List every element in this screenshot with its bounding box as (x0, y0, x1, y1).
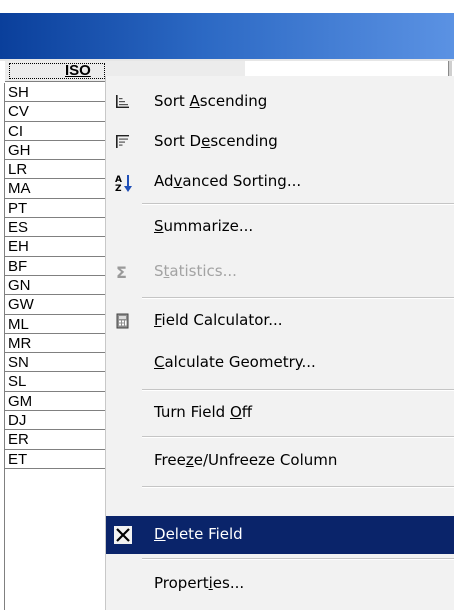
menu-item-label: Field Calculator... (154, 311, 283, 329)
advanced-sorting-icon: A Z (114, 173, 132, 194)
context-menu: Sort Ascending Sort Descending A Z Advan… (106, 76, 454, 610)
menu-item-sort-descending[interactable]: Sort Descending (106, 122, 454, 162)
table-row[interactable]: SL (5, 372, 105, 392)
table-row[interactable]: GH (5, 141, 105, 161)
menu-item-label: Sort Descending (154, 132, 278, 150)
table-row[interactable]: DJ (5, 411, 105, 431)
iso-cell: ER (8, 431, 29, 449)
menu-separator (142, 436, 454, 438)
menu-item-label: Advanced Sorting... (154, 172, 302, 190)
iso-cell: CV (8, 103, 29, 121)
table-row[interactable]: CV (5, 102, 105, 122)
table-rows: SH CV CI GH LR MA PT ES EH BF GN GW ML MR SN SL GM DJ ER ET (5, 83, 105, 469)
menu-item-calculate-geometry[interactable]: Calculate Geometry... (106, 343, 454, 383)
menu-item-label: Properties... (154, 574, 245, 592)
iso-cell: LR (8, 161, 28, 179)
iso-cell: PT (8, 199, 28, 217)
iso-cell: EH (8, 238, 29, 256)
sigma-icon: Σ (114, 263, 132, 282)
table-row[interactable]: MR (5, 334, 105, 354)
menu-item-turn-field-off[interactable]: Turn Field Off (106, 393, 454, 433)
iso-cell: ET (8, 450, 28, 468)
svg-text:Z: Z (115, 184, 122, 193)
menu-separator (142, 203, 454, 205)
menu-item-sort-ascending[interactable]: Sort Ascending (106, 82, 454, 122)
svg-text:Σ: Σ (116, 263, 127, 281)
table-row[interactable]: GN (5, 276, 105, 296)
table-row[interactable]: SN (5, 353, 105, 373)
window-title-bar[interactable] (0, 13, 454, 59)
table-row[interactable]: GW (5, 295, 105, 315)
iso-cell: CI (8, 122, 23, 140)
menu-separator (142, 297, 454, 299)
iso-cell: ES (8, 219, 29, 237)
menu-item-advanced-sorting[interactable]: A Z Advanced Sorting... (106, 162, 454, 202)
table-row[interactable]: PT (5, 199, 105, 219)
iso-cell: SH (8, 84, 29, 101)
iso-cell: BF (8, 257, 28, 275)
iso-cell: GW (8, 296, 34, 314)
menu-item-field-calculator[interactable]: Field Calculator... (106, 301, 454, 341)
menu-separator (142, 486, 454, 488)
menu-item-delete-field[interactable]: Delete Field (106, 516, 454, 554)
menu-item-label: Sort Ascending (154, 92, 268, 110)
column-header-label: ISO (65, 62, 91, 79)
menu-separator (142, 558, 454, 560)
table-row[interactable]: LR (5, 160, 105, 180)
table-row[interactable]: EH (5, 237, 105, 257)
iso-cell: GH (8, 141, 31, 159)
sort-ascending-icon (114, 93, 132, 111)
iso-cell: GN (8, 276, 31, 294)
table-row[interactable]: GM (5, 392, 105, 412)
menu-item-label: Statistics... (154, 262, 237, 280)
menu-item-freeze-unfreeze[interactable]: Freeze/Unfreeze Column (106, 441, 454, 481)
menu-item-label: Delete Field (154, 525, 243, 543)
iso-cell: SN (8, 354, 29, 372)
table-row[interactable]: ET (5, 450, 105, 469)
iso-cell: MA (8, 180, 31, 198)
menu-item-statistics[interactable]: Σ Statistics... (106, 252, 454, 292)
table-row[interactable]: SH (5, 83, 105, 103)
table-row[interactable]: CI (5, 122, 105, 141)
iso-cell: SL (8, 373, 27, 391)
menu-item-label: Calculate Geometry... (154, 353, 316, 371)
menu-item-label: Turn Field Off (154, 403, 253, 421)
screenshot-root: ISO SH CV CI GH LR MA PT ES EH BF GN GW ML MR SN SL GM DJ… (0, 0, 454, 610)
delete-x-icon (114, 526, 132, 544)
iso-cell: ML (8, 315, 29, 333)
table-row[interactable]: ER (5, 430, 105, 450)
table-row[interactable]: MA (5, 179, 105, 199)
menu-item-label: Summarize... (154, 217, 254, 235)
iso-cell: MR (8, 334, 32, 352)
menu-separator (142, 389, 454, 391)
menu-item-properties[interactable]: Properties... (106, 564, 454, 604)
menu-item-summarize[interactable]: Summarize... (106, 207, 454, 247)
menu-item-label: Freeze/Unfreeze Column (154, 451, 338, 469)
iso-cell: GM (8, 392, 33, 410)
iso-cell: DJ (8, 412, 27, 430)
top-strip (0, 0, 454, 13)
table-row[interactable]: BF (5, 257, 105, 276)
table-row[interactable]: ML (5, 315, 105, 334)
attribute-table: ISO SH CV CI GH LR MA PT ES EH BF GN GW ML MR SN SL GM DJ… (0, 61, 245, 610)
sort-descending-icon (114, 133, 132, 151)
calculator-icon (114, 312, 132, 330)
table-row[interactable]: ES (5, 218, 105, 238)
